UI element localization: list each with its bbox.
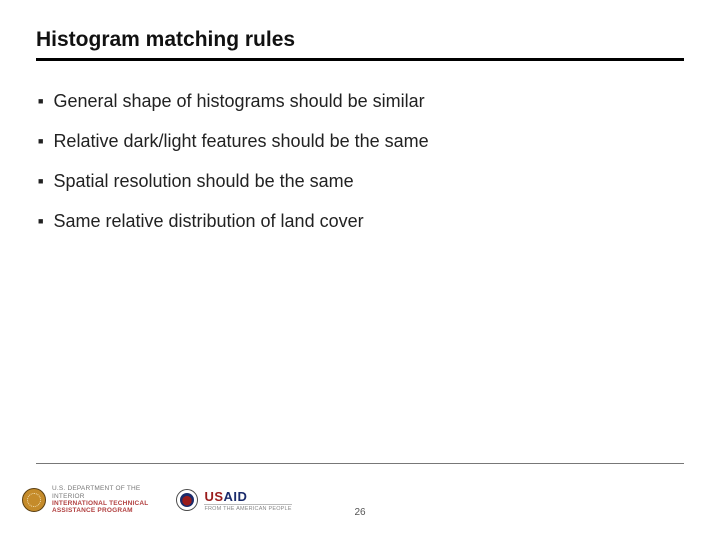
bullet-text: Same relative distribution of land cover xyxy=(53,209,363,233)
list-item: ■ Spatial resolution should be the same xyxy=(38,169,684,193)
bullet-icon: ■ xyxy=(38,129,43,153)
list-item: ■ Relative dark/light features should be… xyxy=(38,129,684,153)
list-item: ■ General shape of histograms should be … xyxy=(38,89,684,113)
bullet-text: Spatial resolution should be the same xyxy=(53,169,353,193)
usaid-main: USAID xyxy=(204,489,291,504)
page-number: 26 xyxy=(0,507,720,518)
bullet-icon: ■ xyxy=(38,209,43,233)
bullet-list: ■ General shape of histograms should be … xyxy=(36,89,684,233)
bullet-icon: ■ xyxy=(38,169,43,193)
title-block: Histogram matching rules xyxy=(36,28,684,61)
usaid-main-rest: AID xyxy=(224,489,248,504)
bullet-text: Relative dark/light features should be t… xyxy=(53,129,428,153)
list-item: ■ Same relative distribution of land cov… xyxy=(38,209,684,233)
title-rule xyxy=(36,58,684,61)
bullet-text: General shape of histograms should be si… xyxy=(53,89,424,113)
footer-rule xyxy=(36,463,684,464)
slide: Histogram matching rules ■ General shape… xyxy=(0,0,720,540)
slide-title: Histogram matching rules xyxy=(36,28,684,52)
doi-line2: INTERIOR xyxy=(52,493,148,500)
bullet-icon: ■ xyxy=(38,89,43,113)
doi-line1: U.S. DEPARTMENT OF THE xyxy=(52,485,148,492)
